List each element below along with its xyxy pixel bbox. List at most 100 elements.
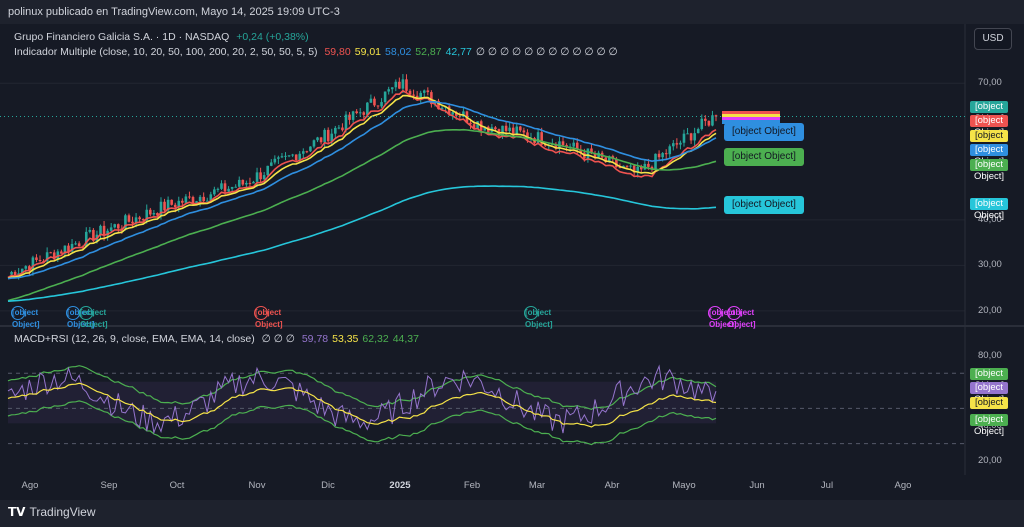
- candle-body: [412, 94, 415, 96]
- candle-body: [668, 146, 672, 155]
- indicator-value: 42,77: [445, 46, 472, 58]
- time-axis-tick: Oct: [169, 480, 185, 491]
- symbol-title: Grupo Financiero Galicia S.A. · 1D · NAS…: [14, 31, 230, 43]
- price-axis-tick: 30,00: [978, 259, 1002, 271]
- candle-body: [138, 217, 141, 220]
- candle-body: [586, 148, 590, 159]
- rsi-axis-tick: 80,00: [978, 349, 1002, 361]
- brand-name: TradingView: [29, 505, 96, 519]
- candle-body: [511, 127, 515, 135]
- footer-bar: [0, 500, 1024, 527]
- time-axis-tick: Sep: [100, 480, 118, 491]
- event-marker[interactable]: [object Object]: [708, 306, 737, 329]
- candle-body: [657, 153, 661, 158]
- symbol-legend[interactable]: Grupo Financiero Galicia S.A. · 1D · NAS…: [14, 31, 313, 43]
- candle-body: [679, 142, 682, 145]
- candle-body: [700, 118, 704, 130]
- event-marker[interactable]: [object Object]: [79, 306, 108, 329]
- candle-body: [572, 142, 575, 147]
- price-axis-tick: 70,00: [978, 77, 1002, 89]
- candle-body: [237, 179, 241, 187]
- candle-body: [291, 154, 294, 156]
- candle-body: [116, 224, 120, 229]
- time-axis-tick: 2025: [389, 480, 411, 491]
- candle-body: [348, 114, 351, 120]
- candle-body: [216, 188, 220, 190]
- candle-body: [227, 188, 230, 192]
- candle-body: [351, 111, 355, 120]
- ma-label[interactable]: [object Object]: [724, 148, 804, 166]
- tradingview-logo[interactable]: 𝗧𝗩 TradingView: [8, 505, 96, 519]
- candle-body: [522, 130, 526, 133]
- candle-body: [326, 129, 330, 142]
- candle-body: [205, 200, 209, 202]
- indicator-legend[interactable]: Indicador Multiple (close, 10, 20, 50, 1…: [14, 46, 622, 58]
- candle-body: [234, 186, 237, 188]
- macd-value: 59,78: [301, 333, 329, 345]
- candle-body: [629, 165, 632, 167]
- candle-body: [262, 175, 266, 180]
- time-axis-tick: Nov: [248, 480, 266, 491]
- macd-name: MACD+RSI (12, 26, 9, close, EMA, EMA, 14…: [14, 333, 255, 345]
- candle-body: [704, 118, 707, 121]
- candle-body: [277, 157, 280, 159]
- event-marker[interactable]: [object Object]: [524, 306, 553, 329]
- candle-body: [255, 172, 259, 182]
- candle-body: [269, 162, 273, 166]
- indicator-value: 52,87: [415, 46, 442, 58]
- currency-button[interactable]: USD: [974, 28, 1012, 50]
- candle-body: [273, 158, 277, 163]
- time-axis-tick: Dic: [321, 480, 335, 491]
- candle-body: [508, 127, 511, 132]
- event-marker[interactable]: [object Object]: [66, 306, 95, 329]
- candle-body: [202, 196, 205, 202]
- event-marker[interactable]: [object Object]: [254, 306, 283, 329]
- candle-body: [149, 209, 152, 215]
- candle-body: [675, 143, 679, 145]
- candle-body: [74, 243, 77, 245]
- candle-body: [188, 196, 191, 198]
- event-marker[interactable]: [object Object]: [11, 306, 40, 329]
- candle-body: [60, 251, 63, 254]
- candle-body: [102, 225, 106, 236]
- rsi-value-tag: [object Object]: [970, 397, 1008, 420]
- candle-body: [693, 133, 696, 141]
- chart-canvas[interactable]: [0, 0, 1024, 527]
- rsi-axis-tick: 20,00: [978, 455, 1002, 467]
- candle-body: [184, 196, 188, 203]
- candle-body: [49, 252, 52, 254]
- candle-body: [312, 140, 316, 147]
- price-tag: [object Object]: [970, 144, 1008, 167]
- candle-body: [245, 182, 248, 185]
- candle-body: [170, 199, 173, 205]
- candle-body: [309, 146, 312, 152]
- macd-legend[interactable]: MACD+RSI (12, 26, 9, close, EMA, EMA, 14…: [14, 333, 423, 345]
- candle-body: [664, 153, 668, 155]
- indicator-empty: ∅ ∅ ∅ ∅ ∅ ∅ ∅ ∅ ∅ ∅ ∅ ∅: [475, 46, 618, 58]
- candle-body: [152, 213, 156, 215]
- candle-body: [10, 271, 13, 275]
- candle-body: [35, 257, 38, 261]
- ma-label[interactable]: [object Object]: [724, 196, 804, 214]
- ma-label[interactable]: [object Object]: [724, 123, 804, 141]
- time-axis-tick: Mar: [528, 480, 546, 491]
- candle-body: [334, 127, 337, 134]
- candle-body: [405, 79, 408, 91]
- price-tag: [object Object]: [970, 101, 1008, 124]
- candle-body: [682, 133, 686, 143]
- candle-body: [689, 133, 693, 141]
- candle-body: [647, 163, 650, 167]
- time-axis-tick: Jul: [820, 480, 834, 491]
- indicator-value: 59,01: [354, 46, 382, 58]
- indicator-name: Indicador Multiple (close, 10, 20, 50, 1…: [14, 46, 318, 58]
- candle-body: [173, 204, 177, 208]
- rsi-value-tag: [object Object]: [970, 414, 1008, 437]
- candle-body: [259, 172, 262, 180]
- candle-body: [141, 219, 145, 221]
- candle-body: [401, 79, 405, 89]
- rsi-value-tag: [object Object]: [970, 368, 1008, 391]
- candle-body: [373, 98, 376, 106]
- symbol-change: +0,24 (+0,38%): [236, 31, 309, 43]
- event-marker[interactable]: [object Object]: [727, 306, 756, 329]
- candle-body: [230, 186, 234, 189]
